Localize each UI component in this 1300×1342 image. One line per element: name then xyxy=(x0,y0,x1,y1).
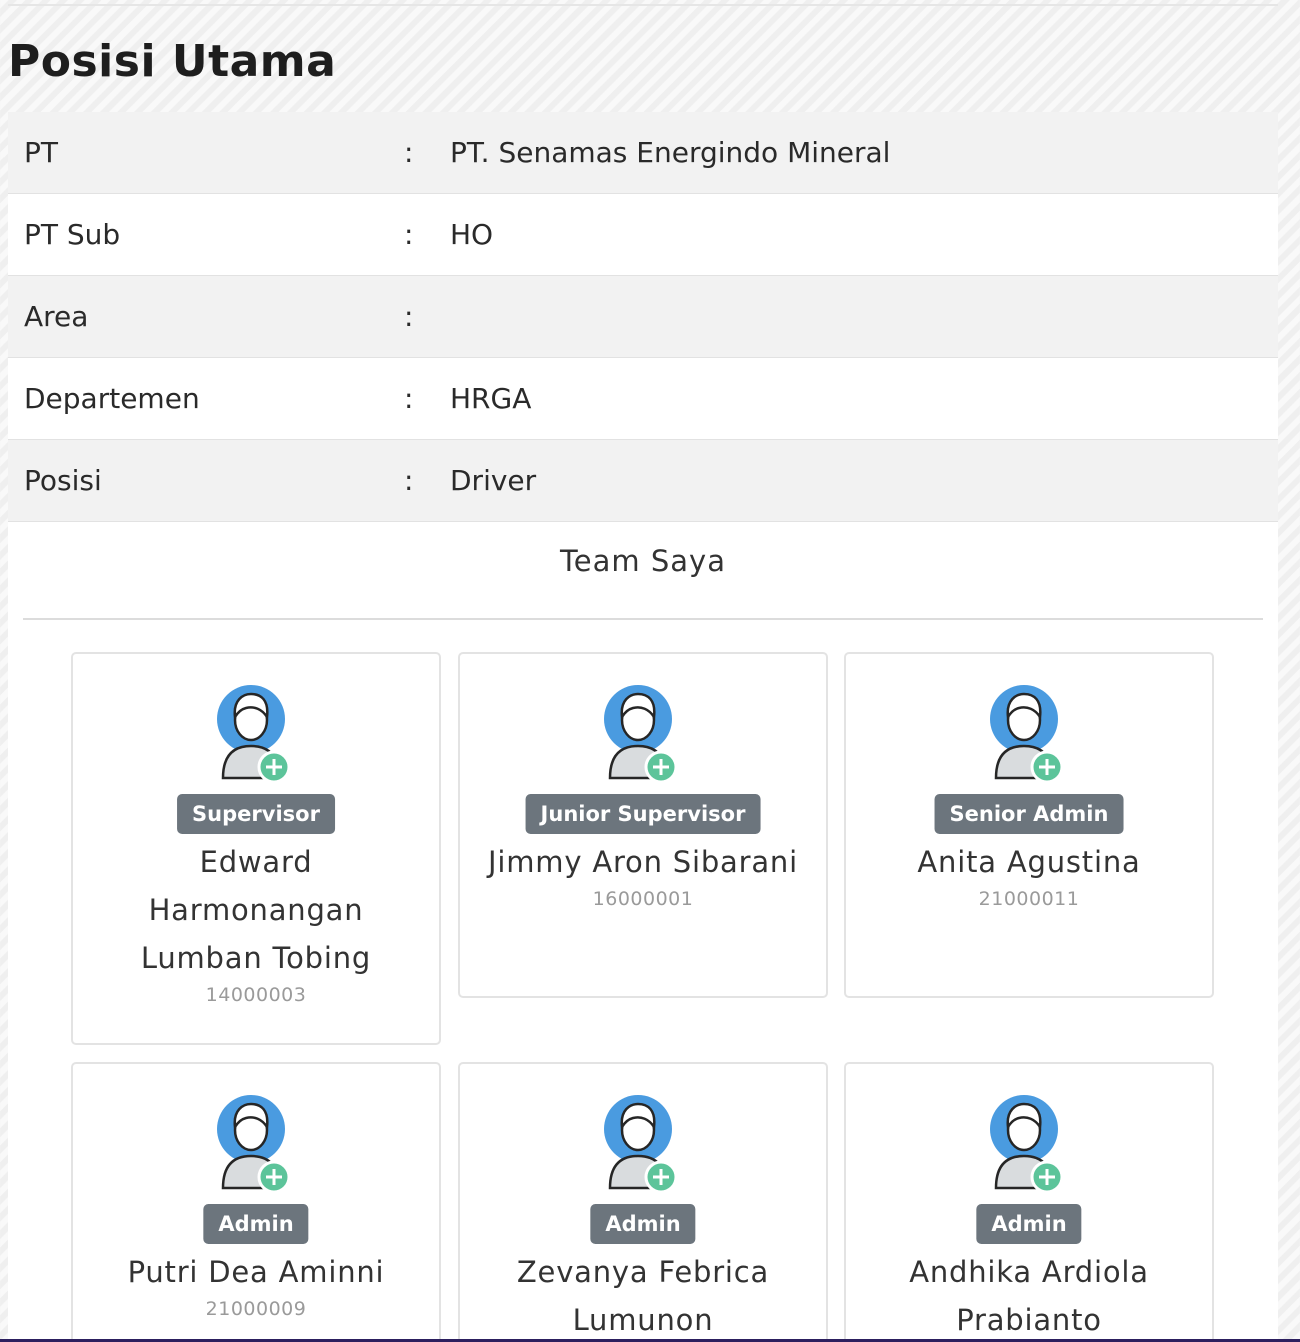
role-badge: Admin xyxy=(590,1204,696,1244)
info-value: HO xyxy=(450,218,494,251)
role-badge: Admin xyxy=(976,1204,1082,1244)
member-name: Andhika Ardiola Prabianto xyxy=(909,1255,1149,1337)
info-row-departemen: Departemen : HRGA xyxy=(8,358,1278,440)
team-member-card[interactable]: Admin Putri Dea Aminni 21000009 xyxy=(71,1062,441,1342)
role-badge: Junior Supervisor xyxy=(525,794,761,834)
role-badge: Supervisor xyxy=(177,794,335,834)
info-label: Departemen xyxy=(24,382,200,415)
info-row-pt-sub: PT Sub : HO xyxy=(8,194,1278,276)
user-add-avatar-icon xyxy=(604,685,678,784)
member-id: 16000001 xyxy=(592,888,694,910)
info-value: PT. Senamas Energindo Mineral xyxy=(450,136,891,169)
info-label: PT xyxy=(24,136,58,169)
info-colon: : xyxy=(404,136,414,169)
info-row-area: Area : xyxy=(8,276,1278,358)
member-name: Edward Harmonangan Lumban Tobing xyxy=(140,845,372,975)
info-colon: : xyxy=(404,382,414,415)
team-title: Team Saya xyxy=(560,544,726,578)
role-badge: Admin xyxy=(203,1204,309,1244)
team-divider xyxy=(23,618,1263,620)
member-id: 21000009 xyxy=(205,1298,307,1320)
info-colon: : xyxy=(404,218,414,251)
user-add-avatar-icon xyxy=(217,685,291,784)
info-value: HRGA xyxy=(450,382,532,415)
user-add-avatar-icon xyxy=(217,1095,291,1194)
member-id: 14000003 xyxy=(205,984,307,1006)
info-row-posisi: Posisi : Driver xyxy=(8,440,1278,522)
member-id: 21000011 xyxy=(978,888,1080,910)
member-name: Putri Dea Aminni xyxy=(127,1255,385,1289)
info-colon: : xyxy=(404,300,414,333)
member-name: Zevanya Febrica Lumunon xyxy=(516,1255,770,1337)
member-name: Anita Agustina xyxy=(917,845,1141,879)
role-badge: Senior Admin xyxy=(934,794,1124,834)
position-info-table: PT : PT. Senamas Energindo Mineral PT Su… xyxy=(8,112,1278,522)
user-add-avatar-icon xyxy=(990,1095,1064,1194)
info-value: Driver xyxy=(450,464,537,497)
info-row-pt: PT : PT. Senamas Energindo Mineral xyxy=(8,112,1278,194)
top-divider xyxy=(8,4,1278,6)
team-member-card[interactable]: Admin Zevanya Febrica Lumunon xyxy=(458,1062,828,1342)
info-colon: : xyxy=(404,464,414,497)
team-panel: Team Saya Supervisor Edward Harmonangan … xyxy=(8,522,1278,1342)
team-member-card[interactable]: Junior Supervisor Jimmy Aron Sibarani 16… xyxy=(458,652,828,998)
team-member-card[interactable]: Senior Admin Anita Agustina 21000011 xyxy=(844,652,1214,998)
member-name: Jimmy Aron Sibarani xyxy=(488,845,798,879)
team-member-card[interactable]: Admin Andhika Ardiola Prabianto xyxy=(844,1062,1214,1342)
user-add-avatar-icon xyxy=(990,685,1064,784)
info-label: PT Sub xyxy=(24,218,121,251)
info-label: Area xyxy=(24,300,89,333)
page-title: Posisi Utama xyxy=(8,36,337,87)
info-label: Posisi xyxy=(24,464,102,497)
user-add-avatar-icon xyxy=(604,1095,678,1194)
team-member-card[interactable]: Supervisor Edward Harmonangan Lumban Tob… xyxy=(71,652,441,1045)
